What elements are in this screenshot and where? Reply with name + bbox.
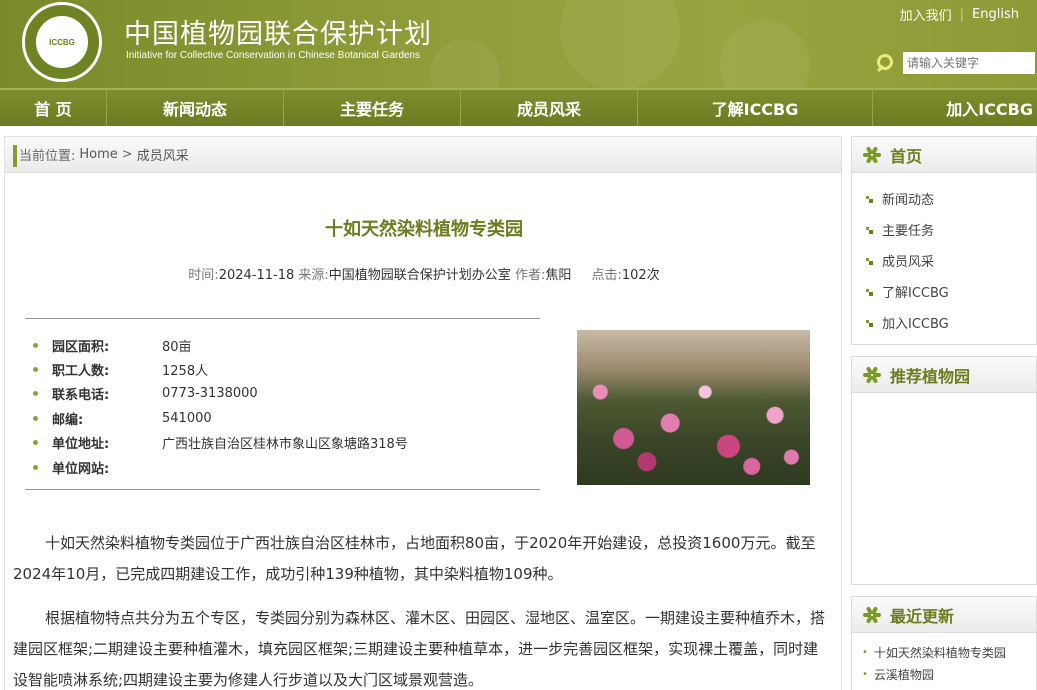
bullet-icon bbox=[33, 391, 38, 397]
publish-time: 2024-11-18 bbox=[218, 268, 295, 283]
sidebar-home-list: 新闻动态 主要任务 成员风采 了解ICCBG 加入ICCBG bbox=[852, 173, 1036, 338]
sidebar-home-box: 首页 新闻动态 主要任务 成员风采 了解ICCBG 加入ICCBG bbox=[851, 136, 1037, 345]
info-label: 职工人数: bbox=[52, 364, 110, 380]
sidebar-item-label: 新闻动态 bbox=[882, 193, 935, 208]
bullet-icon bbox=[866, 319, 874, 327]
sidebar-item-label: 成员风采 bbox=[882, 255, 935, 270]
info-value: 0773-3138000 bbox=[162, 386, 258, 402]
article-meta: 时间:2024-11-18 来源:中国植物园联合保护计划办公室 作者:焦阳 点击… bbox=[5, 264, 843, 283]
bullet-icon bbox=[33, 367, 38, 373]
sidebar-item-tasks[interactable]: 主要任务 bbox=[866, 214, 1036, 245]
info-label: 单位地址: bbox=[52, 437, 110, 453]
bullet-icon: • bbox=[862, 668, 868, 680]
main-nav: 首 页 新闻动态 主要任务 成员风采 了解ICCBG 加入ICCBG bbox=[0, 88, 1037, 126]
bullet-icon bbox=[866, 288, 874, 296]
search-bar bbox=[875, 52, 1035, 74]
leaf-icon bbox=[862, 605, 882, 625]
recent-item[interactable]: • 十如天然染料植物专类园 bbox=[862, 641, 1036, 663]
info-row: 园区面积: 80亩 bbox=[25, 333, 540, 357]
bullet-icon bbox=[33, 464, 38, 470]
bullet-icon bbox=[866, 257, 874, 265]
bullet-icon bbox=[866, 226, 874, 234]
main-content: 当前位置: Home > 成员风采 十如天然染料植物专类园 时间:2024-11… bbox=[4, 136, 842, 690]
join-us-link[interactable]: 加入我们 bbox=[900, 5, 952, 24]
sidebar-home-header: 首页 bbox=[852, 137, 1036, 173]
info-label: 单位网站: bbox=[52, 461, 110, 477]
info-label: 邮编: bbox=[52, 412, 84, 428]
bullet-icon bbox=[33, 342, 38, 348]
bullet-icon bbox=[866, 195, 874, 203]
info-row: 邮编: 541000 bbox=[25, 406, 540, 430]
nav-item-join[interactable]: 加入ICCBG bbox=[873, 90, 1037, 126]
sidebar-recent-box: 最近更新 • 十如天然染料植物专类园 • 云溪植物园 bbox=[851, 596, 1037, 690]
recent-list: • 十如天然染料植物专类园 • 云溪植物园 bbox=[852, 633, 1036, 685]
nav-item-about[interactable]: 了解ICCBG bbox=[638, 90, 873, 126]
sidebar-home-title[interactable]: 首页 bbox=[890, 143, 922, 167]
sidebar-item-label: 加入ICCBG bbox=[882, 317, 949, 332]
sidebar-item-news[interactable]: 新闻动态 bbox=[866, 183, 1036, 214]
breadcrumb: 当前位置: Home > 成员风采 bbox=[5, 137, 841, 173]
sidebar-item-about[interactable]: 了解ICCBG bbox=[866, 276, 1036, 307]
top-links: 加入我们 | English bbox=[900, 5, 1019, 24]
garden-photo bbox=[577, 330, 810, 485]
site-subtitle: Initiative for Collective Conservation i… bbox=[126, 50, 421, 61]
sidebar-recent-title: 最近更新 bbox=[890, 606, 955, 626]
english-link[interactable]: English bbox=[972, 7, 1019, 22]
source-label: 来源: bbox=[298, 268, 329, 283]
link-divider: | bbox=[959, 7, 965, 22]
site-title: 中国植物园联合保护计划 bbox=[124, 19, 432, 50]
sidebar-item-members[interactable]: 成员风采 bbox=[866, 245, 1036, 276]
recent-item-label: 云溪植物园 bbox=[873, 667, 934, 682]
article-author: 焦阳 bbox=[545, 268, 572, 283]
garden-info-table: 园区面积: 80亩 职工人数: 1258人 联系电话: 0773-3138000… bbox=[25, 318, 540, 490]
nav-item-home[interactable]: 首 页 bbox=[0, 90, 107, 126]
clicks-label: 点击: bbox=[591, 268, 622, 283]
recent-item[interactable]: • 云溪植物园 bbox=[862, 663, 1036, 685]
info-value: 541000 bbox=[162, 410, 212, 426]
site-header: ICCBG 中国植物园联合保护计划 Initiative for Collect… bbox=[0, 0, 1037, 88]
nav-item-members[interactable]: 成员风采 bbox=[461, 90, 638, 126]
article-paragraph: 十如天然染料植物专类园位于广西壮族自治区桂林市，占地面积80亩，于2020年开始… bbox=[13, 534, 816, 583]
breadcrumb-current[interactable]: 成员风采 bbox=[137, 145, 189, 164]
info-row: 单位地址: 广西壮族自治区桂林市象山区象塘路318号 bbox=[25, 431, 540, 455]
breadcrumb-prefix: 当前位置: bbox=[19, 149, 76, 164]
breadcrumb-home[interactable]: Home bbox=[79, 147, 117, 162]
info-row: 单位网站: bbox=[25, 455, 540, 479]
sidebar-recent-header: 最近更新 bbox=[852, 597, 1036, 633]
logo-text: ICCBG bbox=[49, 37, 75, 47]
leaf-icon bbox=[862, 145, 882, 165]
author-label: 作者: bbox=[514, 268, 546, 283]
click-count: 102次 bbox=[621, 268, 660, 283]
article-title: 十如天然染料植物专类园 bbox=[325, 219, 523, 240]
sidebar-item-join[interactable]: 加入ICCBG bbox=[866, 307, 1036, 338]
sidebar-item-label: 主要任务 bbox=[882, 224, 935, 239]
search-input[interactable] bbox=[903, 52, 1035, 74]
info-value: 1258人 bbox=[162, 364, 209, 380]
nav-item-tasks[interactable]: 主要任务 bbox=[284, 90, 461, 126]
time-label: 时间: bbox=[188, 268, 219, 283]
breadcrumb-separator: > bbox=[121, 147, 133, 162]
info-label: 园区面积: bbox=[52, 339, 110, 355]
info-value: 广西壮族自治区桂林市象山区象塘路318号 bbox=[162, 437, 408, 453]
sidebar-recommended-title: 推荐植物园 bbox=[890, 366, 971, 386]
info-label: 联系电话: bbox=[52, 388, 110, 404]
recent-item-label: 十如天然染料植物专类园 bbox=[873, 645, 1006, 660]
leaf-icon bbox=[862, 365, 882, 385]
info-value: 80亩 bbox=[162, 339, 192, 355]
bullet-icon bbox=[33, 440, 38, 446]
article-source: 中国植物园联合保护计划办公室 bbox=[328, 268, 511, 283]
nav-item-news[interactable]: 新闻动态 bbox=[107, 90, 284, 126]
info-row: 职工人数: 1258人 bbox=[25, 357, 540, 381]
bullet-icon bbox=[33, 415, 38, 421]
info-row: 联系电话: 0773-3138000 bbox=[25, 382, 540, 406]
site-logo[interactable]: ICCBG bbox=[22, 2, 102, 82]
bullet-icon: • bbox=[862, 646, 868, 658]
sidebar-recommended-box: 推荐植物园 bbox=[851, 356, 1037, 585]
search-icon[interactable] bbox=[875, 53, 895, 73]
article-paragraph: 根据植物特点共分为五个专区，专类园分别为森林区、灌木区、田园区、湿地区、温室区。… bbox=[13, 609, 826, 689]
sidebar-recommended-header: 推荐植物园 bbox=[852, 357, 1036, 393]
sidebar-item-label: 了解ICCBG bbox=[882, 286, 949, 301]
